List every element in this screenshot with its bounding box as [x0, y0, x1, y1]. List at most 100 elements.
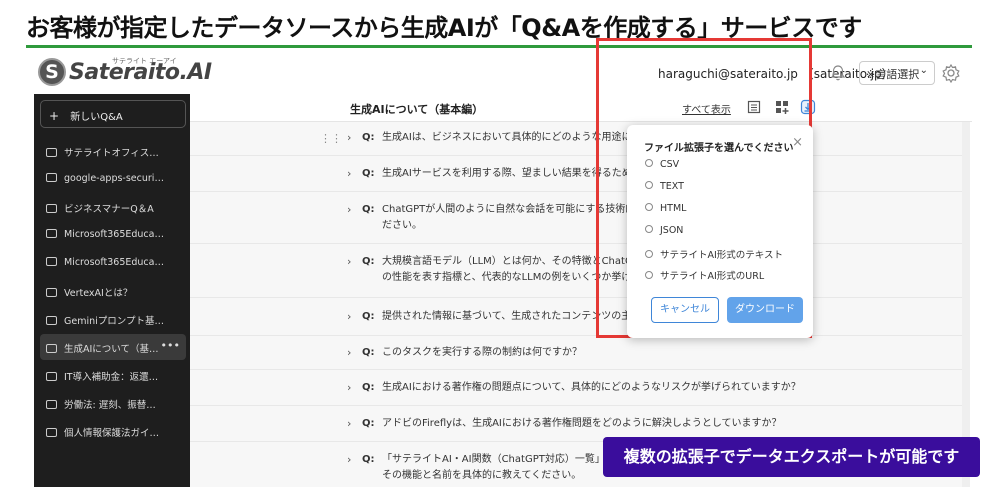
sidebar-item-label: Microsoft365Educa…	[64, 229, 164, 240]
chat-icon	[46, 344, 57, 353]
option-label: CSV	[660, 159, 680, 170]
sidebar-item-label: ビジネスマナーQ＆A	[64, 204, 154, 215]
radio-icon	[645, 159, 653, 167]
chevron-right-icon[interactable]: ›	[347, 417, 351, 430]
export-dialog: ファイル拡張子を選んでください × CSV TEXT HTML JSON サテラ…	[627, 125, 813, 338]
question-marker: Q:	[362, 168, 375, 179]
sidebar-item[interactable]: Microsoft365Educa…	[40, 222, 186, 248]
chat-icon	[46, 400, 57, 409]
option-label: サテライトAI形式のテキスト	[660, 250, 784, 261]
chevron-right-icon[interactable]: ›	[347, 255, 351, 268]
sidebar-item[interactable]: 労働法: 遅刻、振替…	[40, 390, 186, 416]
plus-icon: +	[49, 109, 60, 123]
radio-icon	[645, 225, 653, 233]
option-text[interactable]: TEXT	[645, 181, 684, 192]
question-marker: Q:	[362, 418, 375, 429]
sidebar-item[interactable]: 個人情報保護法ガイ…	[40, 418, 186, 444]
scrollbar[interactable]	[962, 122, 970, 487]
bell-icon[interactable]	[830, 64, 846, 82]
option-label: サテライトAI形式のURL	[660, 271, 765, 282]
language-select[interactable]: ※言語選択 ⌄	[859, 61, 935, 85]
question-text: アドビのFireflyは、生成AIにおける著作権問題をどのように解決しようとして…	[382, 418, 782, 429]
question-text: 生成AIにおける著作権の問題点について、具体的にどのようなリスクが挙げられていま…	[382, 382, 801, 393]
sidebar-item-active[interactable]: 生成AIについて（基… •••	[40, 334, 186, 360]
radio-icon	[645, 271, 653, 279]
cancel-button[interactable]: キャンセル	[651, 297, 719, 323]
question-row[interactable]: › Q: このタスクを実行する際の制約は何ですか？	[190, 336, 962, 370]
chat-icon	[46, 316, 57, 325]
chat-icon	[46, 148, 57, 157]
callout-badge: 複数の拡張子でデータエクスポートが可能です	[603, 437, 980, 477]
chat-icon	[46, 257, 57, 266]
question-marker: Q:	[362, 454, 375, 465]
option-label: HTML	[660, 203, 687, 214]
sidebar-item-label: 生成AIについて（基…	[64, 344, 159, 355]
drag-handle-icon[interactable]: ⋮⋮	[320, 132, 342, 145]
chat-icon	[46, 229, 57, 238]
question-row[interactable]: › Q: 生成AIにおける著作権の問題点について、具体的にどのようなリスクが挙げ…	[190, 370, 962, 406]
chat-icon	[46, 372, 57, 381]
language-select-label: ※言語選択	[866, 68, 920, 81]
sidebar-item[interactable]: Geminiプロンプト基…	[40, 306, 186, 332]
new-qa-button[interactable]: + 新しいQ&A	[40, 100, 186, 128]
page-title: 生成AIについて（基本編）	[350, 103, 484, 116]
download-button[interactable]: ダウンロード	[727, 297, 803, 323]
chevron-right-icon[interactable]: ›	[347, 381, 351, 394]
chevron-right-icon[interactable]: ›	[347, 453, 351, 466]
option-sateraito-text[interactable]: サテライトAI形式のテキスト	[645, 247, 783, 261]
more-options-icon[interactable]: •••	[161, 339, 180, 352]
option-html[interactable]: HTML	[645, 203, 686, 214]
sidebar-item[interactable]: Microsoft365Educa…	[40, 250, 186, 276]
logo[interactable]: S Sateraito.AI サテライト エーアイ	[38, 57, 212, 86]
option-csv[interactable]: CSV	[645, 159, 679, 170]
logo-mark: S	[38, 58, 66, 86]
option-sateraito-url[interactable]: サテライトAI形式のURL	[645, 268, 764, 282]
option-label: TEXT	[660, 181, 684, 192]
close-icon[interactable]: ×	[792, 135, 803, 150]
chevron-right-icon[interactable]: ›	[347, 346, 351, 359]
option-label: JSON	[660, 225, 684, 236]
top-bar: S Sateraito.AI サテライト エーアイ haraguchi@sate…	[26, 54, 972, 94]
question-row[interactable]: › Q: 大規模言語モデル（LLM）とは何か、その特徴とChatGPTとの の性…	[190, 244, 962, 298]
chevron-down-icon: ⌄	[919, 65, 928, 76]
sidebar-item-label: IT導入補助金：返還…	[64, 372, 159, 383]
document-icon	[46, 288, 57, 297]
sidebar-item[interactable]: google-apps-securi…	[40, 166, 186, 192]
question-row[interactable]: ⋮⋮ › Q: 生成AIは、ビジネスにおいて具体的にどのような用途に活用で	[190, 122, 962, 156]
question-row[interactable]: › Q: 生成AIサービスを利用する際、望ましい結果を得るためのプロ	[190, 156, 962, 192]
question-marker: Q:	[362, 347, 375, 358]
dialog-title: ファイル拡張子を選んでください	[644, 143, 794, 154]
radio-icon	[645, 181, 653, 189]
logo-kana: サテライト エーアイ	[112, 57, 177, 65]
sidebar: + 新しいQ&A サテライトオフィス… google-apps-securi… …	[34, 94, 190, 487]
chevron-right-icon[interactable]: ›	[347, 131, 351, 144]
sidebar-item[interactable]: ビジネスマナーQ＆A	[40, 194, 186, 220]
main-panel: 生成AIについて（基本編） すべて表示 ⋮⋮ › Q: 生成AIは、ビジネスにお…	[190, 94, 972, 487]
document-icon	[46, 204, 57, 213]
sidebar-item[interactable]: IT導入補助金：返還…	[40, 362, 186, 388]
chevron-right-icon[interactable]: ›	[347, 310, 351, 323]
new-qa-label: 新しいQ&A	[70, 112, 123, 123]
question-marker: Q:	[362, 311, 375, 322]
question-marker: Q:	[362, 204, 375, 215]
sidebar-item-label: VertexAIとは？	[64, 288, 133, 299]
sidebar-item-label: Microsoft365Educa…	[64, 257, 164, 268]
sidebar-item-label: 個人情報保護法ガイ…	[64, 428, 160, 439]
sidebar-item[interactable]: サテライトオフィス…	[40, 138, 186, 164]
headline-underline	[26, 45, 972, 48]
gear-icon[interactable]	[941, 63, 961, 83]
chevron-right-icon[interactable]: ›	[347, 203, 351, 216]
question-text: このタスクを実行する際の制約は何ですか？	[382, 347, 582, 358]
main-header: 生成AIについて（基本編） すべて表示	[190, 94, 972, 122]
sidebar-item-label: Geminiプロンプト基…	[64, 316, 164, 327]
sidebar-item-label: サテライトオフィス…	[64, 148, 159, 159]
question-marker: Q:	[362, 382, 375, 393]
sidebar-item-label: google-apps-securi…	[64, 173, 164, 184]
question-marker: Q:	[362, 256, 375, 267]
chat-icon	[46, 173, 57, 182]
question-row[interactable]: › Q: 提供された情報に基づいて、生成されたコンテンツの主な目的	[190, 298, 962, 336]
chevron-right-icon[interactable]: ›	[347, 167, 351, 180]
option-json[interactable]: JSON	[645, 225, 683, 236]
question-row[interactable]: › Q: ChatGPTが人間のように自然な会話を可能にする技術的基盤は ださい…	[190, 192, 962, 244]
sidebar-item[interactable]: VertexAIとは？	[40, 278, 186, 304]
